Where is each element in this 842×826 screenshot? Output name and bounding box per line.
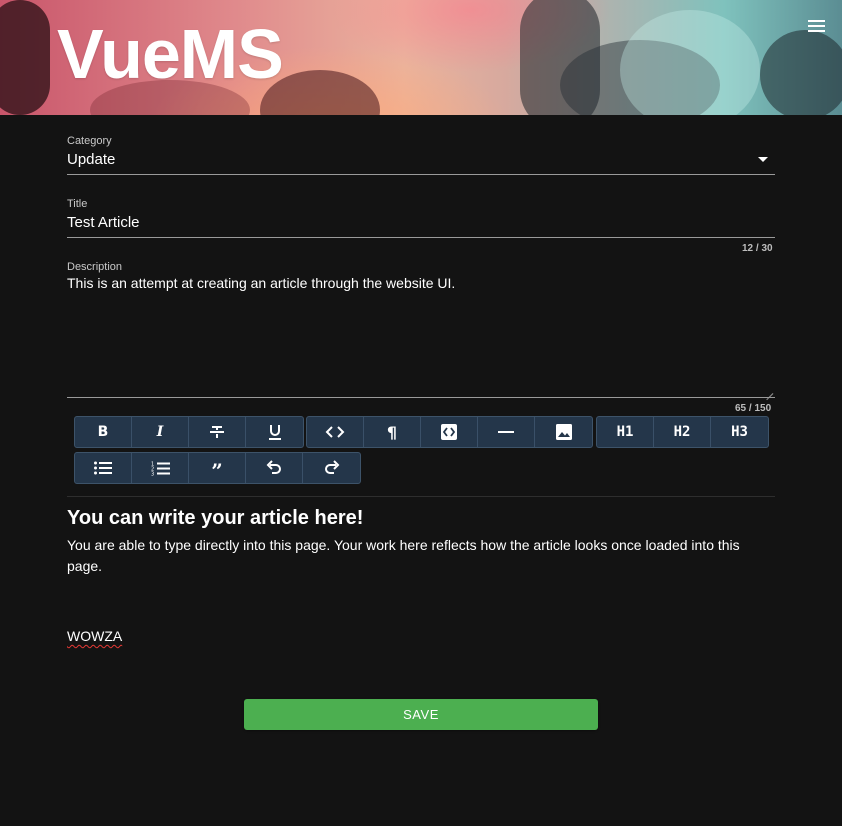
heading-1-icon: H1 bbox=[616, 424, 634, 440]
title-input[interactable]: Test Article bbox=[67, 214, 140, 231]
description-underline bbox=[67, 397, 775, 398]
heading-3-icon: H3 bbox=[731, 424, 748, 440]
ordered-list-button[interactable]: 1 2 3 bbox=[132, 453, 189, 483]
description-char-counter: 65 / 150 bbox=[735, 403, 772, 414]
toolbar-insert-group: ¶ bbox=[306, 416, 593, 448]
banner-art bbox=[760, 30, 842, 115]
dropdown-arrow-icon[interactable] bbox=[758, 157, 768, 162]
heading-2-icon: H2 bbox=[673, 424, 691, 440]
header-banner: VueMS bbox=[0, 0, 842, 115]
underline-icon bbox=[268, 425, 281, 440]
italic-icon: I bbox=[156, 424, 164, 440]
bullet-list-icon bbox=[94, 461, 112, 475]
hamburger-menu-icon[interactable] bbox=[806, 16, 828, 36]
code-block-icon bbox=[441, 424, 457, 440]
paragraph-button[interactable]: ¶ bbox=[364, 417, 421, 447]
undo-button[interactable] bbox=[246, 453, 303, 483]
bold-button[interactable]: B bbox=[75, 417, 132, 447]
editor-heading[interactable]: You can write your article here! bbox=[67, 507, 363, 530]
code-button[interactable] bbox=[307, 417, 364, 447]
svg-text:3: 3 bbox=[151, 471, 154, 476]
redo-button[interactable] bbox=[303, 453, 360, 483]
undo-icon bbox=[266, 460, 281, 474]
bold-icon: B bbox=[97, 424, 109, 440]
bullet-list-button[interactable] bbox=[75, 453, 132, 483]
code-block-button[interactable] bbox=[421, 417, 478, 447]
title-underline bbox=[67, 237, 775, 238]
h1-button[interactable]: H1 bbox=[597, 417, 654, 447]
description-label: Description bbox=[67, 261, 123, 273]
site-logo[interactable]: VueMS bbox=[57, 14, 284, 94]
category-label: Category bbox=[67, 135, 112, 147]
description-textarea[interactable]: This is an attempt at creating an articl… bbox=[67, 275, 767, 291]
underline-button[interactable] bbox=[246, 417, 303, 447]
toolbar-format-group: B I bbox=[74, 416, 304, 448]
redo-icon bbox=[324, 460, 339, 474]
horizontal-rule-button[interactable] bbox=[478, 417, 535, 447]
category-select[interactable]: Update bbox=[67, 151, 115, 168]
ordered-list-icon: 1 2 3 bbox=[151, 461, 170, 476]
paragraph-icon: ¶ bbox=[386, 422, 398, 442]
category-underline bbox=[67, 174, 775, 175]
blockquote-button[interactable]: ” bbox=[189, 453, 246, 483]
editor-text[interactable]: WOWZA bbox=[67, 628, 122, 644]
image-button[interactable] bbox=[535, 417, 592, 447]
strikethrough-icon bbox=[210, 426, 224, 438]
h3-button[interactable]: H3 bbox=[711, 417, 768, 447]
resize-handle-icon[interactable] bbox=[765, 387, 774, 401]
horizontal-rule-icon bbox=[498, 431, 514, 433]
title-char-counter: 12 / 30 bbox=[742, 243, 773, 254]
italic-button[interactable]: I bbox=[132, 417, 189, 447]
banner-art bbox=[620, 10, 760, 115]
blockquote-icon: ” bbox=[211, 459, 223, 483]
image-icon bbox=[555, 424, 572, 440]
toolbar-list-group: 1 2 3 ” bbox=[74, 452, 361, 484]
strikethrough-button[interactable] bbox=[189, 417, 246, 447]
save-button[interactable]: SAVE bbox=[244, 699, 598, 730]
h2-button[interactable]: H2 bbox=[654, 417, 711, 447]
banner-art bbox=[0, 0, 50, 115]
toolbar-heading-group: H1 H2 H3 bbox=[596, 416, 769, 448]
editor-paragraph[interactable]: You are able to type directly into this … bbox=[67, 535, 767, 577]
code-icon bbox=[325, 426, 345, 438]
editor-divider bbox=[67, 496, 775, 497]
title-label: Title bbox=[67, 198, 88, 210]
